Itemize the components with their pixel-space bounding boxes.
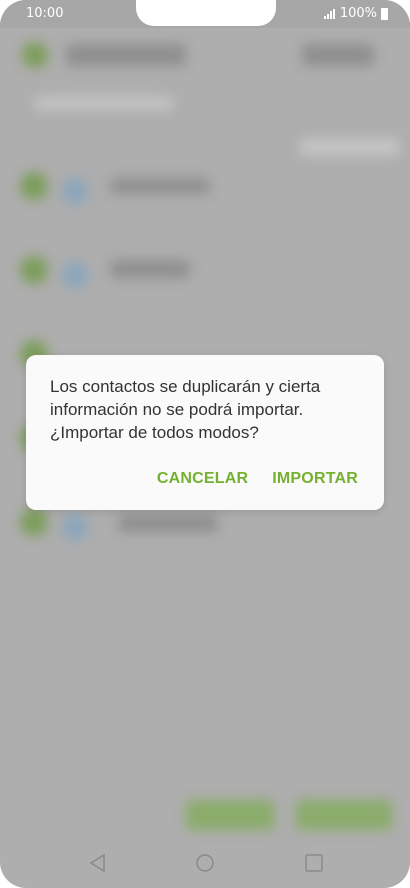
home-icon[interactable] (195, 853, 215, 873)
dialog-message: Los contactos se duplicarán y cierta inf… (50, 377, 321, 442)
battery-percentage: 100% (339, 6, 377, 21)
display-notch (136, 0, 276, 26)
import-confirmation-dialog: Los contactos se duplicarán y cierta inf… (26, 355, 384, 510)
cancel-button[interactable]: CANCELAR (157, 468, 248, 490)
signal-icon (323, 8, 336, 19)
recent-apps-icon[interactable] (304, 853, 324, 873)
navigation-bar (0, 836, 410, 888)
status-indicators: 100% (323, 6, 388, 21)
dialog-actions: CANCELAR IMPORTAR (157, 468, 358, 490)
back-icon[interactable] (88, 853, 108, 873)
import-button[interactable]: IMPORTAR (272, 468, 358, 490)
phone-screen: 10:00 100% Los contactos se duplicarán y… (0, 0, 410, 888)
status-time: 10:00 (26, 6, 64, 21)
battery-icon (381, 7, 388, 20)
